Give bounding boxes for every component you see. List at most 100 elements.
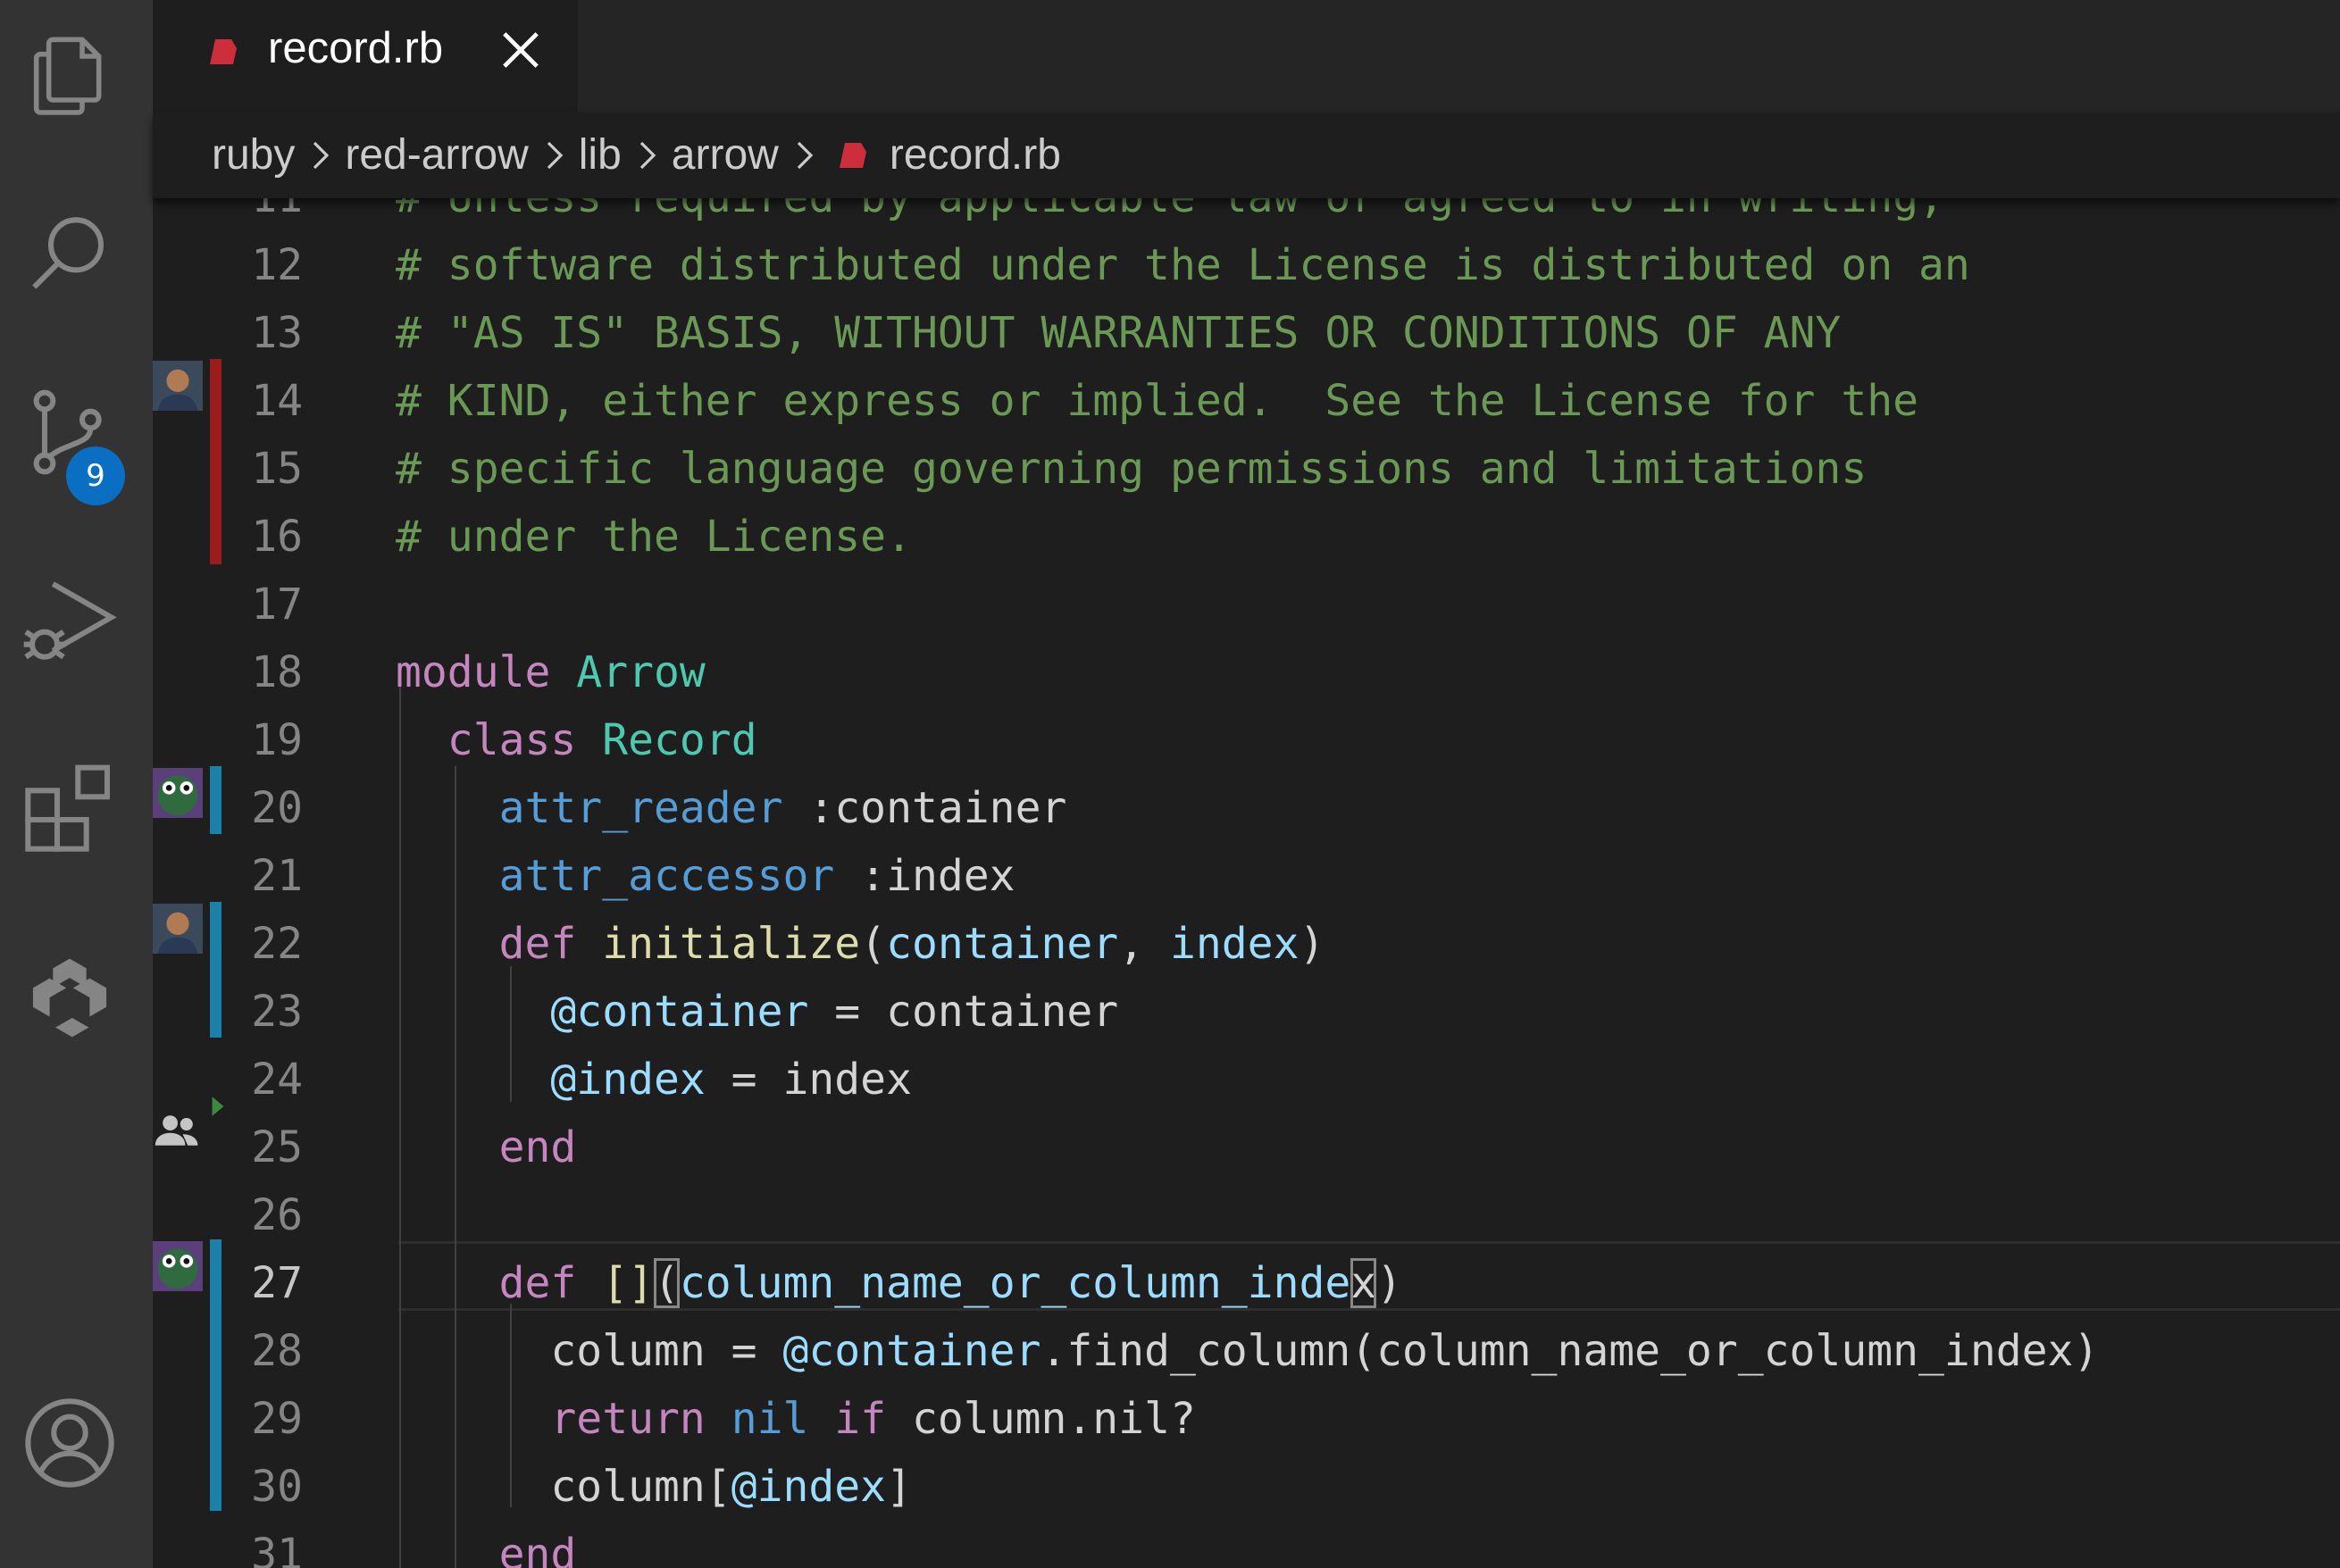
code-line[interactable]: 29 return nil if column.nil?: [153, 1390, 2340, 1458]
code-token: def: [498, 1258, 577, 1308]
code-token: = index: [705, 1055, 912, 1105]
chevron-right-icon: [629, 138, 664, 173]
line-number: 29: [251, 1394, 303, 1444]
code-line[interactable]: 24 @index = index: [153, 1051, 2340, 1119]
code-text: # specific language governing permission…: [396, 444, 1867, 494]
chevron-right-icon: [302, 138, 338, 173]
files-icon[interactable]: [20, 25, 120, 125]
code-line[interactable]: 11 # Unless required by applicable law or…: [153, 198, 2340, 237]
code-text: def initialize(container, index): [396, 919, 1325, 969]
code-text: class Record: [396, 715, 757, 765]
chevron-right-icon: [786, 138, 822, 173]
code-line[interactable]: 17: [153, 576, 2340, 644]
breadcrumb: ruby red-arrow lib arrow record.rb: [153, 113, 2340, 198]
line-number: 23: [251, 987, 303, 1037]
account-icon[interactable]: [20, 1393, 120, 1493]
code-line[interactable]: 28 column = @container.find_column(colum…: [153, 1322, 2340, 1390]
code-text: return nil if column.nil?: [396, 1394, 1196, 1444]
code-token: if: [834, 1394, 887, 1444]
line-number: 22: [251, 919, 303, 969]
code-editor[interactable]: 11 # Unless required by applicable law or…: [153, 198, 2340, 1568]
code-line[interactable]: 19 class Record: [153, 712, 2340, 780]
code-text: end: [396, 1122, 577, 1172]
code-text: attr_accessor :index: [396, 851, 1015, 901]
line-number: 28: [251, 1326, 303, 1376]
breadcrumb-item-arrow[interactable]: arrow: [672, 130, 779, 179]
code-line[interactable]: 18 module Arrow: [153, 644, 2340, 712]
code-token: :index: [834, 851, 1015, 901]
code-text: # Unless required by applicable law or a…: [396, 198, 1944, 222]
code-token: column.nil?: [886, 1394, 1196, 1444]
code-line[interactable]: 22 def initialize(container, index): [153, 915, 2340, 983]
code-line[interactable]: 12 # software distributed under the Licen…: [153, 237, 2340, 304]
code-token: @index: [731, 1462, 887, 1512]
code-line[interactable]: 20 attr_reader :container: [153, 780, 2340, 847]
code-token: Arrow: [576, 647, 706, 697]
code-token: # Unless required by applicable law or a…: [396, 198, 1944, 222]
ruby-icon: [210, 39, 237, 64]
line-number: 27: [251, 1258, 303, 1308]
code-token: attr_accessor: [498, 851, 835, 901]
code-token: :container: [782, 783, 1067, 833]
code-token: column[: [396, 1462, 731, 1512]
code-token: module: [396, 647, 551, 697]
code-line[interactable]: 31 end: [153, 1526, 2340, 1568]
code-token: ): [1299, 919, 1325, 969]
code-text: attr_reader :container: [396, 783, 1067, 833]
code-line[interactable]: 13 # "AS IS" BASIS, WITHOUT WARRANTIES OR…: [153, 304, 2340, 372]
code-line[interactable]: 26: [153, 1187, 2340, 1255]
tab-record-rb[interactable]: record.rb: [153, 0, 578, 113]
extensions-icon[interactable]: [20, 757, 120, 857]
code-line[interactable]: 15 # specific language governing permissi…: [153, 440, 2340, 508]
code-token: @container: [550, 987, 809, 1037]
code-text: @index = index: [396, 1055, 912, 1105]
code-text: def [](column_name_or_column_index): [396, 1258, 1402, 1308]
code-token: ): [1376, 1258, 1403, 1308]
breadcrumb-item-record-rb[interactable]: record.rb: [890, 130, 1061, 179]
breadcrumb-item-ruby[interactable]: ruby: [212, 130, 295, 179]
code-line[interactable]: 16 # under the License.: [153, 508, 2340, 576]
code-text: module Arrow: [396, 647, 706, 697]
code-token: return: [550, 1394, 706, 1444]
code-token: # software distributed under the License…: [396, 240, 1970, 290]
breadcrumb-item-red-arrow[interactable]: red-arrow: [345, 130, 528, 179]
code-line[interactable]: 27 def [](column_name_or_column_index): [153, 1255, 2340, 1322]
code-token: ,: [1118, 919, 1170, 969]
code-token: .find_column(column_name_or_column_index…: [1040, 1326, 2100, 1376]
search-icon[interactable]: [20, 205, 120, 305]
code-token: index: [1169, 919, 1300, 969]
code-token: class: [447, 715, 577, 765]
code-token: # under the License.: [396, 512, 912, 562]
code-token: # "AS IS" BASIS, WITHOUT WARRANTIES OR C…: [396, 308, 1842, 358]
code-text: # software distributed under the License…: [396, 240, 1970, 290]
code-token: column =: [396, 1326, 783, 1376]
run-debug-icon[interactable]: [20, 571, 120, 671]
ruby-icon: [839, 142, 866, 168]
code-line[interactable]: 30 column[@index]: [153, 1458, 2340, 1526]
line-number: 25: [251, 1122, 303, 1172]
live-share-icon[interactable]: [20, 948, 120, 1048]
line-number: 16: [251, 512, 303, 562]
code-token: column_name_or_column_inde: [679, 1258, 1351, 1308]
code-token: @index: [550, 1055, 706, 1105]
code-line[interactable]: 14 # KIND, either express or implied. See…: [153, 372, 2340, 440]
code-text: column = @container.find_column(column_n…: [396, 1326, 2099, 1376]
breadcrumb-item-lib[interactable]: lib: [579, 130, 622, 179]
code-line[interactable]: 23 @container = container: [153, 983, 2340, 1051]
line-number: 15: [251, 444, 303, 494]
tab-bar: record.rb: [153, 0, 2340, 113]
code-token: = container: [808, 987, 1119, 1037]
code-token: attr_reader: [498, 783, 783, 833]
code-line[interactable]: 21 attr_accessor :index: [153, 847, 2340, 915]
close-icon[interactable]: [497, 27, 544, 73]
line-number: 24: [251, 1055, 303, 1105]
code-text: # "AS IS" BASIS, WITHOUT WARRANTIES OR C…: [396, 308, 1841, 358]
code-line[interactable]: 25 end: [153, 1119, 2340, 1187]
code-token: nil: [731, 1394, 809, 1444]
